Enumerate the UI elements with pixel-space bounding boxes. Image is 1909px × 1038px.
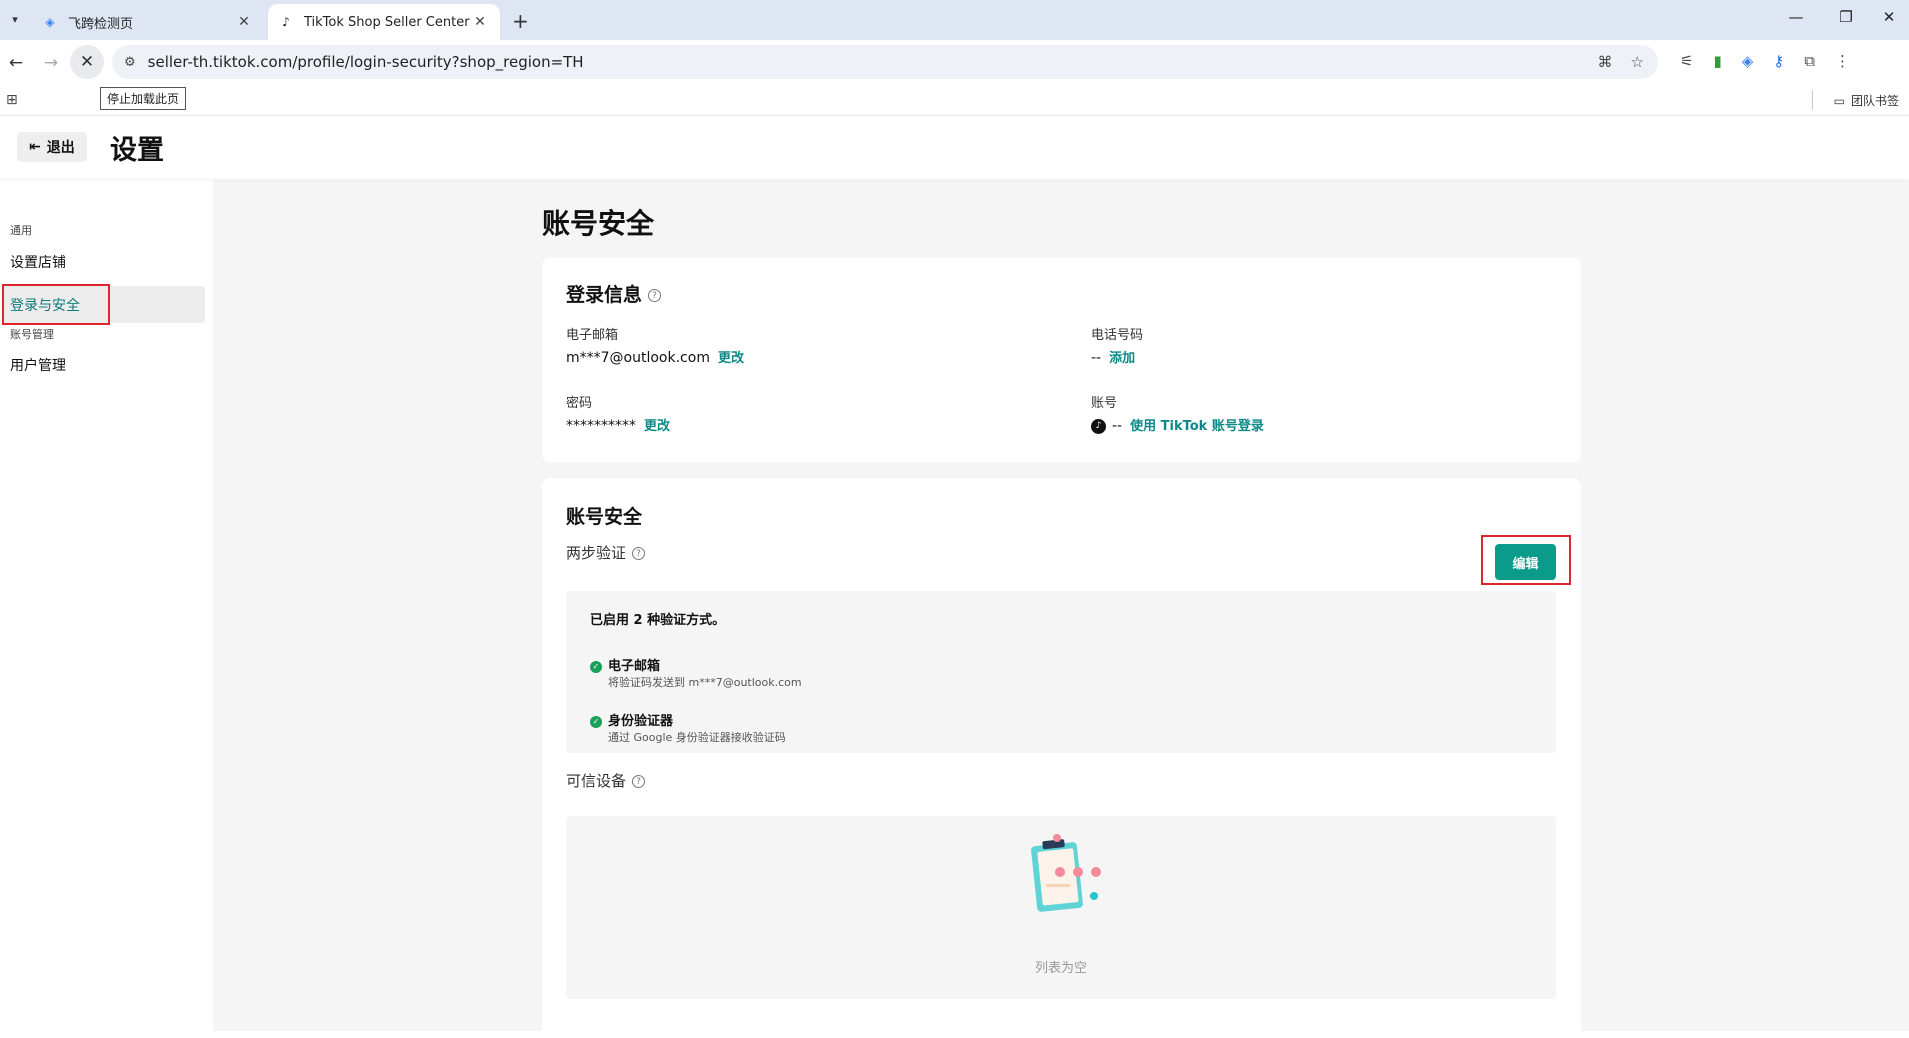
divider — [1812, 90, 1813, 110]
password-label: 密码 — [566, 396, 593, 411]
method-name: 电子邮箱 — [608, 659, 661, 674]
shield-icon: ◈ — [45, 15, 55, 29]
method-desc: 通过 Google 身份验证器接收验证码 — [608, 731, 786, 744]
logout-icon: ⇤ — [29, 139, 41, 155]
method-email: ✓ 电子邮箱 — [590, 655, 660, 674]
add-phone-link[interactable]: 添加 — [1109, 351, 1135, 366]
tooltip: 停止加载此页 — [100, 87, 187, 110]
tab-search-icon[interactable]: ▾ — [4, 8, 26, 30]
bookmark-star-icon[interactable]: ☆ — [1631, 53, 1644, 71]
sidebar: 通用 设置店铺 登录与安全 账号管理 用户管理 — [0, 180, 213, 1031]
tune-icon[interactable]: ⚟ — [1680, 52, 1693, 70]
url-path: /profile/login-security?shop_region=TH — [292, 53, 584, 71]
logout-button[interactable]: ⇤ 退出 — [17, 132, 87, 162]
bookmark-folder[interactable]: ▭ 团队书签 — [1834, 92, 1899, 109]
password-value-row: ********** 更改 — [566, 415, 670, 434]
empty-list-text: 列表为空 — [1034, 961, 1087, 976]
method-name: 身份验证器 — [608, 714, 674, 729]
trusted-devices-label: 可信设备? — [566, 770, 646, 791]
tab-inactive[interactable]: ◈ 飞跨检测页 ✕ — [32, 4, 264, 40]
tiktok-login-link[interactable]: 使用 TikTok 账号登录 — [1130, 419, 1264, 434]
trusted-devices-list: 列表为空 — [566, 816, 1556, 999]
tiktok-icon: ♪ — [1091, 418, 1106, 434]
help-icon[interactable]: ? — [632, 775, 646, 788]
card-title-text: 登录信息 — [566, 284, 643, 306]
account-label: 账号 — [1091, 396, 1118, 411]
close-window-icon[interactable]: ✕ — [1874, 8, 1904, 26]
email-label: 电子邮箱 — [566, 328, 619, 343]
extensions-icon[interactable]: ⧉ — [1804, 52, 1815, 70]
tab-title: 飞跨检测页 — [68, 16, 134, 32]
trusted-devices-text: 可信设备 — [566, 772, 627, 790]
method-desc: 将验证码发送到 m***7@outlook.com — [608, 676, 802, 689]
minimize-icon[interactable]: — — [1781, 8, 1811, 26]
empty-clipboard-icon — [1031, 834, 1101, 912]
tab-title: TikTok Shop Seller Center | Th — [304, 14, 470, 30]
bookmark-folder-label: 团队书签 — [1850, 94, 1899, 108]
phone-value-row: -- 添加 — [1091, 347, 1135, 366]
close-icon[interactable]: ✕ — [470, 14, 490, 30]
key-icon[interactable]: ⚷ — [1773, 52, 1784, 70]
restore-icon[interactable]: ❐ — [1831, 8, 1861, 26]
url-text: seller-th.tiktok.com/profile/login-secur… — [148, 53, 584, 71]
address-bar[interactable]: ⚙ seller-th.tiktok.com/profile/login-sec… — [112, 45, 1658, 79]
sidebar-group-general: 通用 — [10, 224, 32, 237]
edit-button[interactable]: 编辑 — [1495, 544, 1556, 580]
section-heading: 账号安全 — [542, 207, 655, 240]
logout-label: 退出 — [46, 140, 75, 156]
check-icon: ✓ — [590, 660, 602, 673]
translate-icon[interactable]: ⌘ — [1598, 53, 1613, 71]
app-header: ⇤ 退出 设置 — [0, 116, 1909, 178]
account-value: -- — [1112, 418, 1123, 434]
page-title: 设置 — [110, 135, 164, 166]
new-tab-icon[interactable]: + — [512, 9, 529, 33]
method-authenticator: ✓ 身份验证器 — [590, 710, 673, 729]
sidebar-item-shop[interactable]: 设置店铺 — [10, 252, 66, 272]
forward-icon[interactable]: → — [37, 49, 65, 77]
stop-loading-icon[interactable]: ✕ — [70, 45, 104, 79]
security-title: 账号安全 — [566, 506, 643, 528]
login-info-card: 登录信息? 电子邮箱 m***7@outlook.com 更改 电话号码 -- 添加… — [542, 258, 1581, 462]
phone-value: -- — [1091, 350, 1102, 366]
shield-extension-icon[interactable]: ◈ — [1742, 52, 1754, 70]
sidebar-group-account: 账号管理 — [10, 328, 54, 341]
url-host: seller-th.tiktok.com — [147, 53, 293, 71]
folder-icon: ▭ — [1833, 93, 1845, 108]
account-value-row: ♪ -- 使用 TikTok 账号登录 — [1091, 415, 1264, 434]
change-email-link[interactable]: 更改 — [718, 351, 744, 366]
sidebar-item-users[interactable]: 用户管理 — [10, 355, 66, 375]
tiktok-icon: ♪ — [282, 15, 290, 29]
page-body: 通用 设置店铺 登录与安全 账号管理 用户管理 账号安全 登录信息? 电子邮箱 … — [0, 180, 1909, 1038]
card-title: 登录信息? — [566, 280, 662, 307]
signal-bars-icon[interactable]: ▮ — [1713, 52, 1721, 70]
verification-methods-box: 已启用 2 种验证方式。 ✓ 电子邮箱 将验证码发送到 m***7@outlook… — [566, 591, 1556, 753]
tab-strip: ▾ ◈ 飞跨检测页 ✕ ♪ TikTok Shop Seller Center … — [0, 0, 1909, 40]
bookmarks-bar: ⊞ 停止加载此页 ▭ 团队书签 — [0, 84, 1909, 116]
email-value: m***7@outlook.com — [566, 350, 710, 366]
tab-active[interactable]: ♪ TikTok Shop Seller Center | Th ✕ — [268, 4, 500, 40]
enabled-methods-text: 已启用 2 种验证方式。 — [590, 613, 726, 628]
check-icon: ✓ — [590, 715, 602, 728]
phone-label: 电话号码 — [1091, 328, 1144, 343]
email-value-row: m***7@outlook.com 更改 — [566, 347, 744, 366]
back-icon[interactable]: ← — [2, 49, 30, 77]
account-security-card: 账号安全 两步验证? 编辑 已启用 2 种验证方式。 ✓ 电子邮箱 将验证码发送到… — [542, 478, 1581, 1038]
menu-icon[interactable]: ⋮ — [1835, 52, 1850, 70]
two-step-label: 两步验证? — [566, 542, 646, 563]
password-value: ********** — [566, 418, 636, 434]
help-icon[interactable]: ? — [648, 289, 662, 302]
site-info-icon[interactable]: ⚙ — [124, 55, 136, 70]
highlight-box — [2, 284, 110, 325]
help-icon[interactable]: ? — [632, 547, 646, 560]
two-step-text: 两步验证 — [566, 544, 627, 562]
browser-toolbar: ← → ✕ ⚙ seller-th.tiktok.com/profile/log… — [0, 40, 1909, 84]
apps-grid-icon[interactable]: ⊞ — [6, 92, 18, 108]
change-password-link[interactable]: 更改 — [644, 419, 670, 434]
close-icon[interactable]: ✕ — [234, 14, 254, 30]
